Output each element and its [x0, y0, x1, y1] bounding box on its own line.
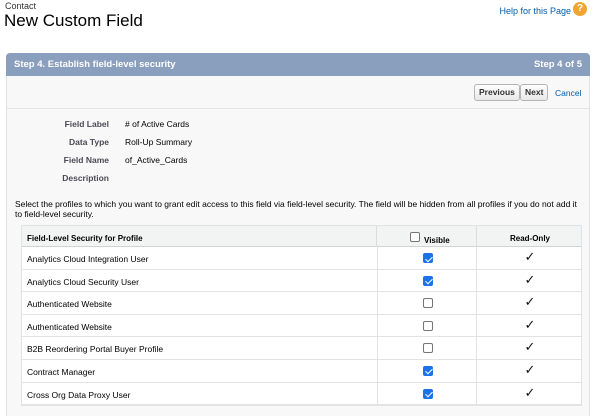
help-link[interactable]: Help for this Page — [499, 6, 571, 16]
visible-label: Visible — [424, 236, 450, 245]
table-row: Analytics Cloud Integration User ✓ — [22, 247, 581, 270]
step-header: Step 4. Establish field-level security S… — [6, 53, 590, 76]
read-only-cell: ✓ — [478, 292, 582, 314]
visible-checkbox[interactable] — [423, 320, 433, 331]
read-only-checkmark-icon: ✓ — [524, 272, 536, 288]
table-row: Cross Org Data Proxy User ✓ — [22, 382, 582, 406]
profile-name: Contract Manager — [27, 366, 96, 377]
visible-checkbox[interactable] — [423, 253, 433, 263]
visible-checkbox[interactable] — [423, 365, 433, 376]
read-only-checkmark-icon: ✓ — [524, 317, 536, 333]
field-name-value: of_Active_Cards — [125, 155, 188, 165]
profile-name: B2B Reordering Portal Buyer Profile — [27, 344, 164, 355]
table-row: B2B Reordering Portal Buyer Profile ✓ — [22, 337, 581, 360]
field-label-label: Field Label — [64, 119, 109, 129]
read-only-checkmark-icon: ✓ — [524, 385, 536, 401]
read-only-cell: ✓ — [478, 383, 582, 405]
read-only-cell: ✓ — [478, 270, 582, 292]
data-type-value: Roll-Up Summary — [125, 137, 193, 147]
step-count: Step 4 of 5 — [533, 59, 582, 70]
visible-checkbox[interactable] — [423, 298, 433, 309]
table-row: Contract Manager ✓ — [22, 359, 582, 383]
read-only-checkmark-icon: ✓ — [524, 340, 536, 356]
read-only-cell: ✓ — [478, 315, 582, 337]
profile-name: Cross Org Data Proxy User — [27, 389, 131, 400]
select-all-visible-checkbox[interactable] — [410, 232, 420, 242]
visible-cell — [377, 247, 477, 269]
profile-name: Authenticated Website — [27, 299, 112, 310]
visible-cell — [377, 359, 477, 382]
visible-cell — [377, 382, 477, 405]
field-label-value: # of Active Cards — [125, 119, 190, 129]
read-only-checkmark-icon: ✓ — [524, 295, 536, 311]
page-title: New Custom Field — [4, 11, 143, 30]
breadcrumb: Contact — [5, 1, 37, 11]
table-row: Analytics Cloud Security User ✓ — [22, 269, 582, 293]
field-level-security-table: Field-Level Security for Profile Visible… — [21, 225, 582, 407]
cancel-link[interactable]: Cancel — [555, 88, 581, 98]
table-header: Field-Level Security for Profile Visible… — [22, 226, 581, 247]
data-type-label: Data Type — [69, 137, 109, 147]
next-button[interactable]: Next — [520, 84, 549, 101]
read-only-cell: ✓ — [478, 247, 582, 269]
visible-checkbox[interactable] — [423, 343, 433, 354]
column-header-visible: Visible — [376, 226, 477, 247]
visible-cell — [377, 269, 477, 292]
instructions-text: Select the profiles to which you want to… — [15, 199, 577, 219]
read-only-checkmark-icon: ✓ — [524, 250, 536, 265]
visible-cell — [377, 314, 477, 337]
description-label: Description — [62, 173, 109, 183]
previous-button[interactable]: Previous — [474, 84, 520, 101]
profile-name: Authenticated Website — [27, 321, 112, 332]
column-header-profile: Field-Level Security for Profile — [27, 234, 143, 243]
button-bar: Previous Next Cancel — [7, 76, 589, 109]
main-panel: Previous Next Cancel Field Label # of Ac… — [6, 76, 590, 416]
field-name-label: Field Name — [63, 155, 109, 165]
visible-checkbox[interactable] — [423, 275, 433, 286]
read-only-cell: ✓ — [478, 337, 582, 359]
profile-name: Analytics Cloud Security User — [27, 276, 139, 287]
help-icon[interactable]: ? — [573, 2, 587, 16]
column-header-read-only: Read-Only — [509, 234, 550, 243]
visible-checkbox[interactable] — [423, 388, 433, 399]
table-row: Authenticated Website ✓ — [22, 292, 581, 315]
visible-cell — [377, 292, 477, 314]
profile-name: Analytics Cloud Integration User — [27, 254, 149, 264]
step-title: Step 4. Establish field-level security — [14, 59, 176, 70]
visible-cell — [377, 337, 477, 359]
read-only-checkmark-icon: ✓ — [524, 362, 536, 378]
table-row: Authenticated Website ✓ — [22, 314, 582, 338]
read-only-cell: ✓ — [478, 360, 582, 382]
